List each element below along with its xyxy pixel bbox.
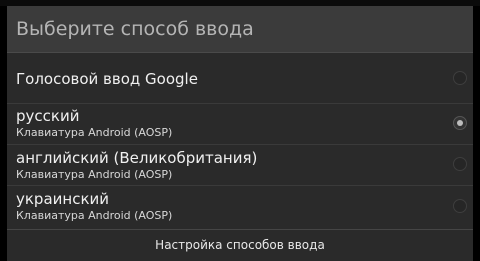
radio-button-icon[interactable] <box>453 199 467 213</box>
configure-input-methods-label: Настройка способов ввода <box>155 238 325 252</box>
input-method-subtitle: Клавиатура Android (AOSP) <box>16 168 173 181</box>
input-method-name: английский (Великобритания) <box>16 149 258 167</box>
radio-button-icon[interactable] <box>453 157 467 171</box>
dialog-title: Выберите способ ввода <box>16 18 254 40</box>
input-method-name: русский <box>16 107 80 125</box>
input-method-item-russian[interactable]: русский Клавиатура Android (AOSP) <box>7 104 473 145</box>
input-method-name: украинский <box>16 190 110 208</box>
radio-button-icon[interactable] <box>453 71 467 85</box>
radio-button-icon[interactable] <box>453 116 467 130</box>
input-method-item-google-voice[interactable]: Голосовой ввод Google <box>7 53 473 104</box>
input-method-item-ukrainian[interactable]: украинский Клавиатура Android (AOSP) <box>7 186 473 229</box>
input-method-subtitle: Клавиатура Android (AOSP) <box>16 209 173 222</box>
input-method-dialog: Выберите способ ввода Голосовой ввод Goo… <box>7 6 473 261</box>
input-method-name: Голосовой ввод Google <box>16 70 198 88</box>
configure-input-methods-button[interactable]: Настройка способов ввода <box>7 229 473 261</box>
dialog-title-bar: Выберите способ ввода <box>7 6 473 53</box>
input-method-item-english-uk[interactable]: английский (Великобритания) Клавиатура A… <box>7 145 473 186</box>
radio-selected-dot <box>457 120 463 126</box>
input-method-subtitle: Клавиатура Android (AOSP) <box>16 126 173 139</box>
